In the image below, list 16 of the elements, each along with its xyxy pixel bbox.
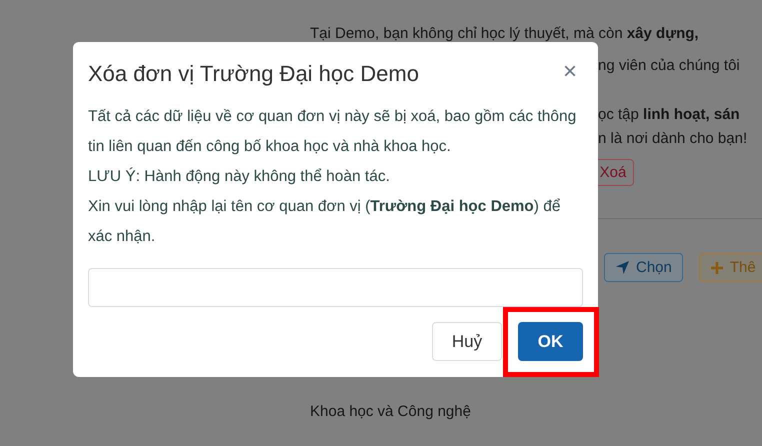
list-item[interactable]: Khoa học và Công nghệ (310, 400, 762, 424)
body-text: n là nơi dành cho bạn! (598, 129, 748, 149)
body-text: ọc tập linh hoạt, sán (598, 105, 741, 125)
dialog-message: Tất cả các dữ liệu về cơ quan đơn vị này sẽ bị xoá, bao gồm các thông tin liên quan đến công bố khoa học và nhà khoa học. (88, 107, 578, 157)
ok-button[interactable]: OK (518, 322, 583, 361)
dialog-title: Xóa đơn vị Trường Đại học Demo (88, 60, 419, 88)
input-field[interactable] (88, 268, 583, 307)
navigation-arrow-icon (615, 260, 630, 275)
body-text: ng viên của chúng tôi (598, 56, 741, 76)
plus-icon (710, 260, 724, 274)
close-button[interactable]: × (556, 62, 583, 82)
dialog-message: LƯU Ý: Hành động này không thể hoàn tác. (88, 166, 391, 187)
cancel-button[interactable]: Huỷ (432, 322, 502, 361)
dialog-message: Xin vui lòng nhập lại tên cơ quan đơn vị (Trường Đại học Demo) để xác nhận. (88, 197, 562, 247)
select-button[interactable]: Chọn (604, 253, 683, 282)
body-text: Tại Demo, bạn không chỉ học lý thuyết, mà còn xây dựng, (310, 24, 700, 44)
